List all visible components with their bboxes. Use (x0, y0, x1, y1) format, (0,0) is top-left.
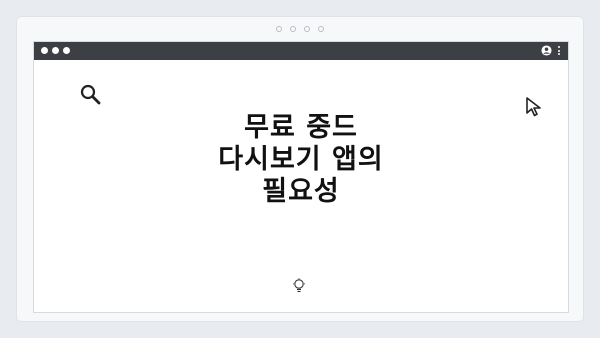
headline-line-3: 필요성 (262, 176, 340, 207)
window-controls (41, 47, 70, 54)
browser-window: 무료 중드 다시보기 앱의 필요성 (33, 41, 569, 313)
outer-frame-dots (276, 26, 324, 32)
outer-dot (304, 26, 310, 32)
headline-line-2: 다시보기 앱의 (218, 144, 384, 175)
window-titlebar (34, 42, 568, 60)
page-headline: 무료 중드 다시보기 앱의 필요성 (34, 112, 568, 208)
user-icon[interactable] (541, 45, 552, 56)
window-minimize-dot[interactable] (52, 47, 59, 54)
titlebar-actions (541, 45, 562, 56)
outer-dot (276, 26, 282, 32)
outer-dot (290, 26, 296, 32)
outer-dot (318, 26, 324, 32)
headline-line-1: 무료 중드 (244, 112, 358, 143)
window-maximize-dot[interactable] (63, 47, 70, 54)
window-close-dot[interactable] (41, 47, 48, 54)
search-icon (80, 84, 101, 105)
kebab-menu-icon[interactable] (556, 45, 562, 56)
lightbulb-icon (293, 278, 305, 293)
